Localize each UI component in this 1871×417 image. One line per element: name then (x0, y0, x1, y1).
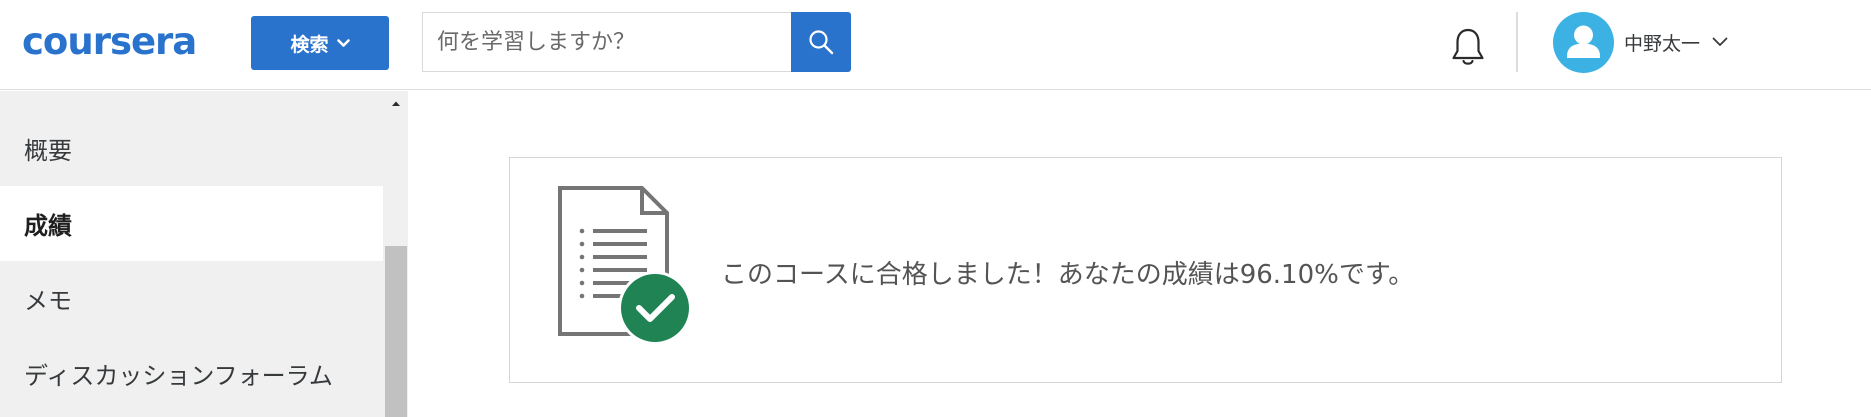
explore-button[interactable]: 検索 (251, 16, 389, 70)
sidebar-item-label: 成績 (24, 212, 72, 240)
bell-icon (1452, 28, 1484, 65)
header-divider (1516, 12, 1518, 72)
user-avatar[interactable] (1553, 11, 1614, 73)
top-header: coursera 検索 中野太一 (0, 0, 1871, 90)
course-sidebar: 概要 成績 メモ ディスカッションフォーラム (0, 91, 408, 417)
course-passed-card: このコースに合格しました！あなたの成績は96.10%です。 (509, 157, 1782, 383)
scroll-up-arrow-icon (392, 101, 400, 106)
search-button[interactable] (791, 12, 851, 72)
search-icon (809, 30, 834, 55)
document-icon (558, 186, 692, 345)
user-menu[interactable]: 中野太一 (1553, 11, 1728, 73)
grade-message: このコースに合格しました！あなたの成績は96.10%です。 (721, 260, 1415, 290)
scrollbar-thumb[interactable] (385, 246, 407, 417)
sidebar-item-overview[interactable]: 概要 (0, 111, 383, 186)
explore-button-label: 検索 (290, 33, 329, 56)
user-menu-chevron[interactable] (1712, 37, 1728, 47)
checkmark-badge-icon (618, 271, 692, 345)
search-input[interactable] (423, 13, 791, 71)
sidebar-item-notes[interactable]: メモ (0, 261, 383, 336)
sidebar-item-grades[interactable]: 成績 (0, 186, 383, 261)
sidebar-item-label: メモ (24, 287, 72, 315)
chevron-down-icon (1712, 37, 1728, 46)
coursera-logo[interactable]: coursera (22, 22, 197, 62)
scroll-up-button[interactable] (385, 95, 407, 111)
user-name[interactable]: 中野太一 (1624, 29, 1700, 56)
notifications-button[interactable] (1448, 26, 1488, 68)
user-avatar-icon (1567, 25, 1600, 58)
sidebar-item-discussion-forums[interactable]: ディスカッションフォーラム (0, 336, 383, 411)
search-box (422, 12, 791, 72)
sidebar-item-label: ディスカッションフォーラム (24, 362, 333, 390)
chevron-down-icon (336, 38, 350, 47)
sidebar-item-label: 概要 (24, 137, 72, 165)
